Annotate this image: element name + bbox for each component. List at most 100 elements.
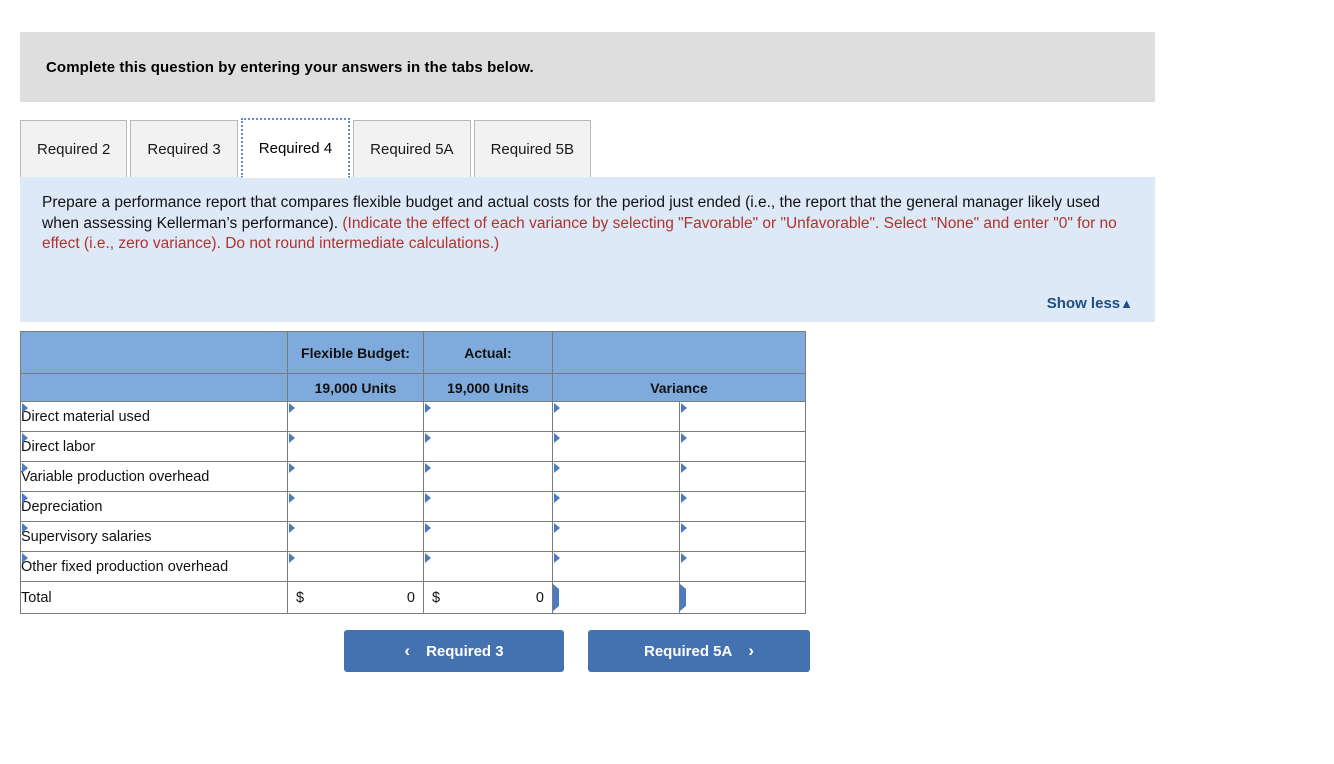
triangle-marker-icon (680, 583, 686, 611)
performance-report-table: Flexible Budget: Actual: 19,000 Units 19… (20, 331, 806, 614)
row-label-text: Supervisory salaries (21, 528, 152, 545)
header-flexible-budget: Flexible Budget: (287, 331, 424, 374)
table-row: Depreciation (20, 491, 806, 522)
triangle-marker-icon (425, 463, 431, 473)
tab-required-5a[interactable]: Required 5A (353, 120, 471, 178)
table-row: Variable production overhead (20, 461, 806, 492)
total-value: 0 (406, 589, 415, 606)
input-variance-amount-other-fixed-production-overhead[interactable] (552, 551, 680, 582)
triangle-marker-icon (681, 433, 687, 443)
triangle-marker-icon (289, 433, 295, 443)
triangle-marker-icon (554, 403, 560, 413)
triangle-marker-icon (289, 553, 295, 563)
tab-label: Required 4 (258, 140, 333, 157)
tab-label: Required 3 (147, 140, 221, 158)
triangle-marker-icon (425, 433, 431, 443)
tab-strip: Required 2 Required 3 Required 4 Require… (20, 116, 594, 178)
question-banner: Complete this question by entering your … (20, 32, 1155, 102)
header-blank-1 (20, 331, 288, 374)
prev-required-3-button[interactable]: ‹ Required 3 (344, 630, 564, 672)
table-total-row: Total $0 $0 (20, 581, 806, 614)
input-variance-effect-variable-production-overhead[interactable] (679, 461, 806, 492)
input-actual-direct-labor[interactable] (423, 431, 553, 462)
triangle-marker-icon (554, 433, 560, 443)
row-label-depreciation: Depreciation (20, 491, 288, 522)
input-actual-variable-production-overhead[interactable] (423, 461, 553, 492)
row-label-supervisory-salaries: Supervisory salaries (20, 521, 288, 552)
header-variance: Variance (552, 373, 806, 402)
input-variance-amount-supervisory-salaries[interactable] (552, 521, 680, 552)
currency-symbol: $ (296, 589, 305, 606)
input-variance-effect-depreciation[interactable] (679, 491, 806, 522)
triangle-marker-icon (425, 493, 431, 503)
table-row: Direct labor (20, 431, 806, 462)
input-variance-amount-depreciation[interactable] (552, 491, 680, 522)
input-flexible-budget-direct-labor[interactable] (287, 431, 424, 462)
triangle-marker-icon (289, 493, 295, 503)
row-label-text: Direct labor (21, 438, 96, 455)
prev-button-label: Required 3 (426, 642, 504, 660)
input-variance-amount-variable-production-overhead[interactable] (552, 461, 680, 492)
table-row: Other fixed production overhead (20, 551, 806, 582)
triangle-marker-icon (681, 463, 687, 473)
triangle-marker-icon (289, 403, 295, 413)
table-row: Supervisory salaries (20, 521, 806, 552)
header-flexible-budget-units: 19,000 Units (287, 373, 424, 402)
table-header-row-2: 19,000 Units 19,000 Units Variance (20, 373, 806, 402)
input-variance-effect-other-fixed-production-overhead[interactable] (679, 551, 806, 582)
input-flexible-budget-direct-material-used[interactable] (287, 401, 424, 432)
triangle-marker-icon (681, 523, 687, 533)
row-label-direct-labor: Direct labor (20, 431, 288, 462)
next-button-label: Required 5A (643, 642, 733, 660)
input-actual-supervisory-salaries[interactable] (423, 521, 553, 552)
row-label-total: Total (20, 581, 288, 614)
triangle-marker-icon (289, 463, 295, 473)
currency-symbol: $ (432, 589, 441, 606)
triangle-marker-icon (554, 553, 560, 563)
input-variance-amount-direct-material-used[interactable] (552, 401, 680, 432)
input-actual-depreciation[interactable] (423, 491, 553, 522)
triangle-marker-icon (681, 553, 687, 563)
input-flexible-budget-depreciation[interactable] (287, 491, 424, 522)
tab-required-3[interactable]: Required 3 (130, 120, 238, 178)
total-variance-effect[interactable] (679, 581, 806, 614)
triangle-marker-icon (425, 553, 431, 563)
next-required-5a-button[interactable]: Required 5A › (588, 630, 810, 672)
total-value: 0 (535, 589, 544, 606)
input-flexible-budget-variable-production-overhead[interactable] (287, 461, 424, 492)
total-actual: $0 (423, 581, 553, 614)
input-actual-other-fixed-production-overhead[interactable] (423, 551, 553, 582)
tab-required-2[interactable]: Required 2 (20, 120, 128, 178)
input-flexible-budget-supervisory-salaries[interactable] (287, 521, 424, 552)
triangle-marker-icon (289, 523, 295, 533)
show-less-link[interactable]: Show less▲ (1047, 295, 1133, 312)
row-label-other-fixed-production-overhead: Other fixed production overhead (20, 551, 288, 582)
row-label-text: Direct material used (21, 408, 150, 425)
row-label-direct-material-used: Direct material used (20, 401, 288, 432)
total-variance-amount[interactable] (552, 581, 680, 614)
tab-required-5b[interactable]: Required 5B (473, 120, 591, 178)
banner-text: Complete this question by entering your … (46, 58, 534, 76)
navigation-bar: ‹ Required 3 Required 5A › (344, 630, 810, 672)
triangle-marker-icon (681, 403, 687, 413)
input-variance-effect-direct-labor[interactable] (679, 431, 806, 462)
tab-label: Required 5A (370, 140, 454, 158)
show-less-label: Show less (1046, 295, 1121, 312)
triangle-marker-icon (554, 463, 560, 473)
triangle-marker-icon (425, 523, 431, 533)
tab-required-4[interactable]: Required 4 (240, 118, 351, 178)
header-blank-2 (552, 331, 806, 374)
table-row: Direct material used (20, 401, 806, 432)
input-variance-effect-direct-material-used[interactable] (679, 401, 806, 432)
input-variance-effect-supervisory-salaries[interactable] (679, 521, 806, 552)
row-label-text: Depreciation (21, 498, 103, 515)
triangle-marker-icon (425, 403, 431, 413)
input-actual-direct-material-used[interactable] (423, 401, 553, 432)
chevron-left-icon: ‹ (404, 641, 411, 660)
tab-label: Required 2 (37, 140, 111, 158)
row-label-variable-production-overhead: Variable production overhead (20, 461, 288, 492)
input-variance-amount-direct-labor[interactable] (552, 431, 680, 462)
input-flexible-budget-other-fixed-production-overhead[interactable] (287, 551, 424, 582)
row-label-text: Other fixed production overhead (21, 558, 229, 575)
chevron-right-icon: › (748, 641, 755, 660)
